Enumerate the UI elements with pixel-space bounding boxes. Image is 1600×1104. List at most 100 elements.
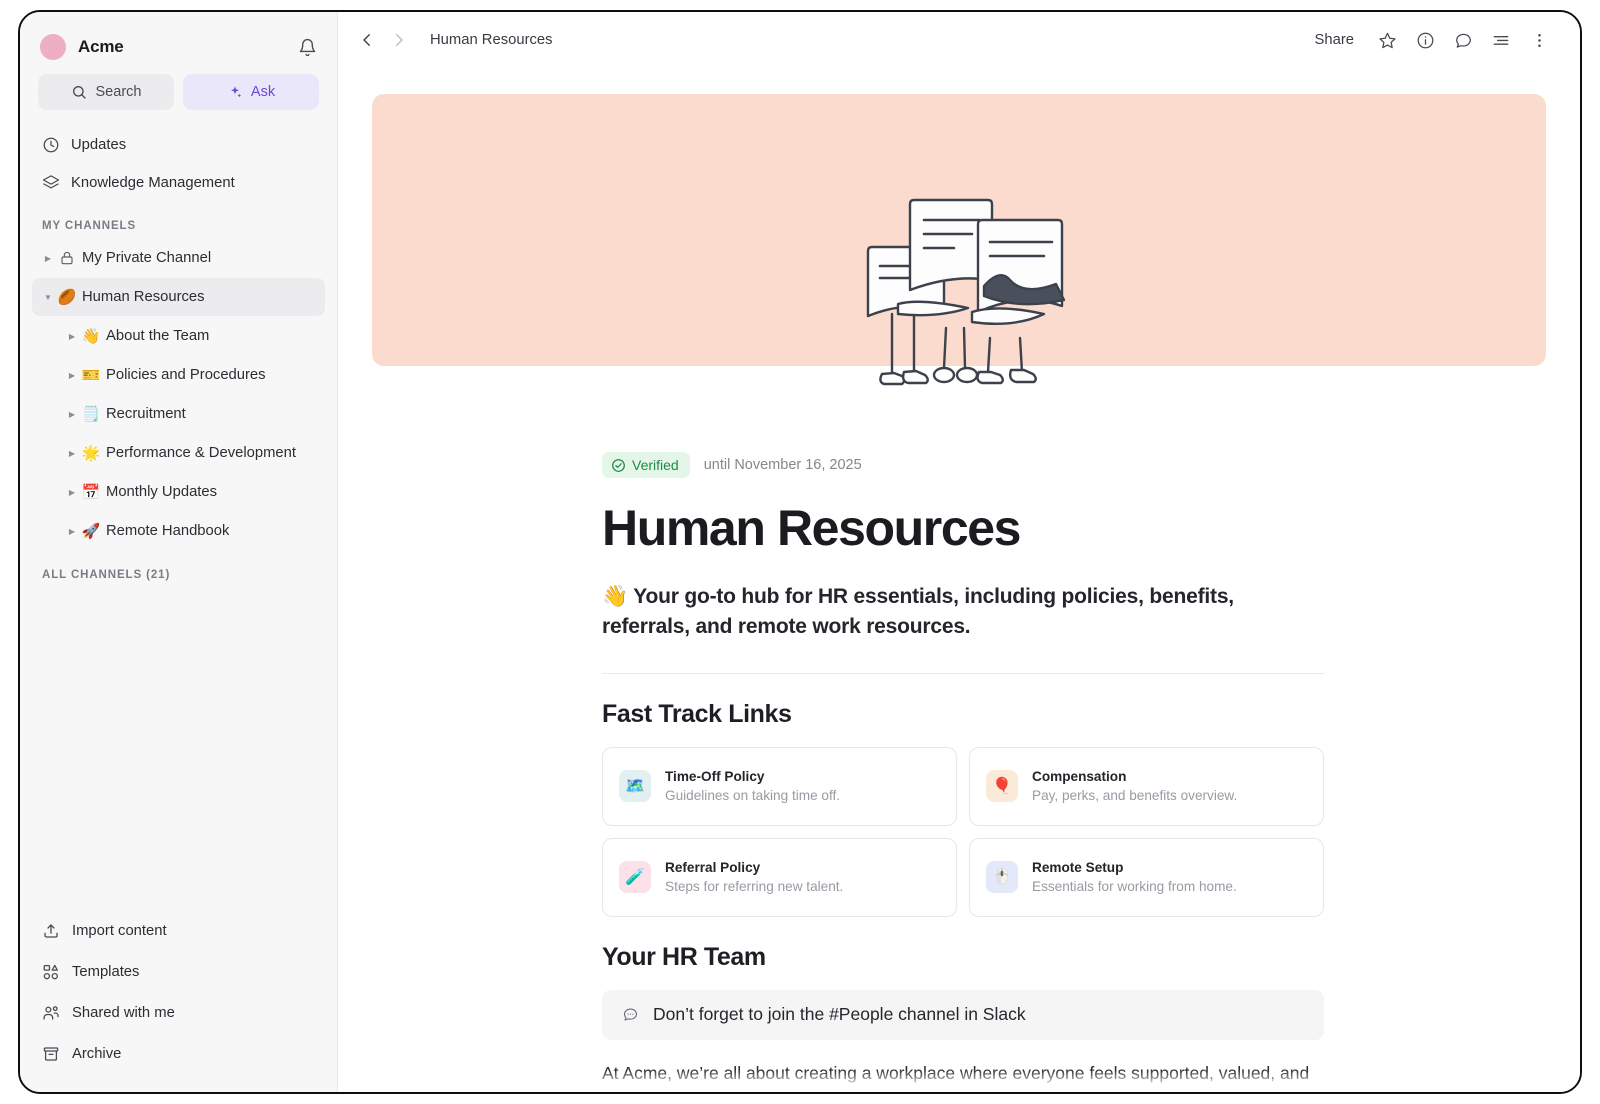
hero-illustration	[866, 198, 1066, 386]
channel-emoji: 🚀	[81, 523, 101, 540]
sidebar-nav: Updates Knowledge Management	[20, 124, 337, 202]
app-window: Acme Search Ask Updates Knowledge Manage…	[18, 10, 1582, 1094]
forward-button[interactable]	[384, 25, 414, 55]
channel-item-my-private-channel[interactable]: ▶ My Private Channel	[32, 239, 325, 277]
top-bar: Human Resources Share	[338, 12, 1580, 68]
verified-label: Verified	[632, 457, 679, 473]
sidebar-item-archive[interactable]: Archive	[32, 1033, 325, 1074]
card-title: Remote Setup	[1032, 859, 1124, 875]
fast-track-card-remote-setup[interactable]: 🖱️ Remote Setup Essentials for working f…	[969, 837, 1324, 917]
sidebar-item-label: Archive	[72, 1045, 122, 1062]
fast-track-card-time-off-policy[interactable]: 🗺️ Time-Off Policy Guidelines on taking …	[602, 746, 957, 826]
chevron-right-icon[interactable]: ▶	[40, 254, 56, 263]
card-title: Compensation	[1032, 768, 1127, 784]
main-content: Human Resources Share Verified until Nov…	[338, 12, 1580, 1092]
card-subtitle: Guidelines on taking time off.	[665, 788, 841, 804]
channel-emoji: 📅	[81, 484, 101, 501]
chevron-right-icon[interactable]: ▶	[64, 371, 80, 380]
channel-list: ▶ My Private Channel ▼ 🏉 Human Resources…	[20, 238, 337, 551]
channel-emoji: 🌟	[81, 445, 101, 462]
channel-label: Human Resources	[82, 289, 205, 305]
top-bar-actions: Share	[1303, 23, 1557, 57]
layers-icon	[42, 174, 60, 192]
channel-label: Recruitment	[106, 406, 186, 422]
card-subtitle: Essentials for working from home.	[1032, 879, 1237, 895]
channel-item-about-the-team[interactable]: ▶ 👋 About the Team	[32, 317, 325, 355]
callout-box[interactable]: Don’t forget to join the #People channel…	[602, 989, 1324, 1040]
card-subtitle: Steps for referring new talent.	[665, 879, 844, 895]
chevron-right-icon[interactable]: ▶	[64, 332, 80, 341]
fast-track-card-referral-policy[interactable]: 🧪 Referral Policy Steps for referring ne…	[602, 837, 957, 917]
archive-icon	[42, 1045, 60, 1063]
channel-item-performance-and-development[interactable]: ▶ 🌟 Performance & Development	[32, 434, 325, 472]
channel-label: Remote Handbook	[106, 523, 230, 539]
sidebar-item-label: Knowledge Management	[71, 175, 235, 191]
sidebar-item-label: Shared with me	[72, 1004, 175, 1021]
chevron-left-icon	[358, 31, 376, 49]
channel-label: Performance & Development	[106, 445, 296, 461]
comment-dots-icon	[622, 1006, 639, 1023]
sidebar-item-knowledge-management[interactable]: Knowledge Management	[32, 164, 325, 202]
sidebar-item-import-content[interactable]: Import content	[32, 910, 325, 951]
section-heading-your-hr-team: Your HR Team	[602, 942, 766, 971]
sidebar-item-templates[interactable]: Templates	[32, 951, 325, 992]
sidebar-item-updates[interactable]: Updates	[32, 126, 325, 164]
clock-icon	[42, 136, 60, 154]
card-title: Referral Policy	[665, 859, 761, 875]
list-icon[interactable]	[1484, 23, 1518, 57]
channel-label: Policies and Procedures	[106, 367, 266, 383]
page-title: Human Resources	[602, 500, 1021, 556]
channel-item-remote-handbook[interactable]: ▶ 🚀 Remote Handbook	[32, 512, 325, 550]
info-icon[interactable]	[1408, 23, 1442, 57]
workspace-header: Acme	[20, 12, 337, 74]
star-icon[interactable]	[1370, 23, 1404, 57]
search-button-label: Search	[95, 84, 142, 100]
channel-item-recruitment[interactable]: ▶ 🗒️ Recruitment	[32, 395, 325, 433]
chevron-right-icon[interactable]: ▶	[64, 488, 80, 497]
ask-button-label: Ask	[250, 84, 276, 100]
check-circle-icon	[611, 458, 626, 473]
hero-banner	[372, 94, 1546, 386]
comment-icon[interactable]	[1446, 23, 1480, 57]
channel-item-human-resources[interactable]: ▼ 🏉 Human Resources	[32, 278, 325, 316]
people-icon	[42, 1004, 60, 1022]
channel-item-monthly-updates[interactable]: ▶ 📅 Monthly Updates	[32, 473, 325, 511]
lock-icon	[56, 250, 78, 266]
card-emoji-icon: 🖱️	[986, 861, 1018, 894]
search-icon	[71, 84, 87, 100]
back-button[interactable]	[352, 25, 382, 55]
chevron-right-icon[interactable]: ▶	[64, 527, 80, 536]
chevron-right-icon[interactable]: ▶	[64, 449, 80, 458]
sidebar-item-label: Updates	[71, 137, 127, 153]
all-channels-label[interactable]: ALL CHANNELS (21)	[20, 551, 337, 587]
breadcrumb[interactable]: Human Resources	[430, 32, 553, 48]
channel-emoji: 👋	[81, 328, 101, 345]
sidebar-item-shared-with-me[interactable]: Shared with me	[32, 992, 325, 1033]
document-scroll-area[interactable]: Verified until November 16, 2025 Human R…	[338, 68, 1580, 1092]
share-button[interactable]: Share	[1303, 26, 1367, 54]
card-emoji-icon: 🎈	[986, 770, 1018, 803]
fast-track-card-compensation[interactable]: 🎈 Compensation Pay, perks, and benefits …	[969, 746, 1324, 826]
verification-row: Verified until November 16, 2025	[602, 452, 1324, 478]
bell-icon[interactable]	[298, 38, 317, 57]
verified-until: until November 16, 2025	[703, 457, 862, 473]
card-title: Time-Off Policy	[665, 768, 765, 784]
sidebar-item-label: Templates	[72, 963, 140, 980]
status-badge[interactable]: Verified	[602, 452, 690, 478]
chevron-down-icon[interactable]: ▼	[40, 293, 56, 302]
channel-emoji: 🎫	[81, 367, 101, 384]
chevron-right-icon[interactable]: ▶	[64, 410, 80, 419]
channel-label: My Private Channel	[82, 250, 212, 266]
page-lede: 👋 Your go-to hub for HR essentials, incl…	[602, 585, 1234, 639]
channel-emoji: 🗒️	[81, 406, 101, 423]
sidebar-search-row: Search Ask	[20, 74, 337, 124]
workspace-avatar[interactable]	[40, 34, 66, 60]
ask-button[interactable]: Ask	[183, 74, 319, 110]
search-button[interactable]: Search	[38, 74, 174, 110]
sidebar-footer: Import content Templates Shared with me …	[20, 910, 337, 1092]
sidebar: Acme Search Ask Updates Knowledge Manage…	[20, 12, 338, 1092]
more-vertical-icon[interactable]	[1522, 23, 1556, 57]
channel-item-policies-and-procedures[interactable]: ▶ 🎫 Policies and Procedures	[32, 356, 325, 394]
sparkle-icon	[227, 84, 243, 100]
